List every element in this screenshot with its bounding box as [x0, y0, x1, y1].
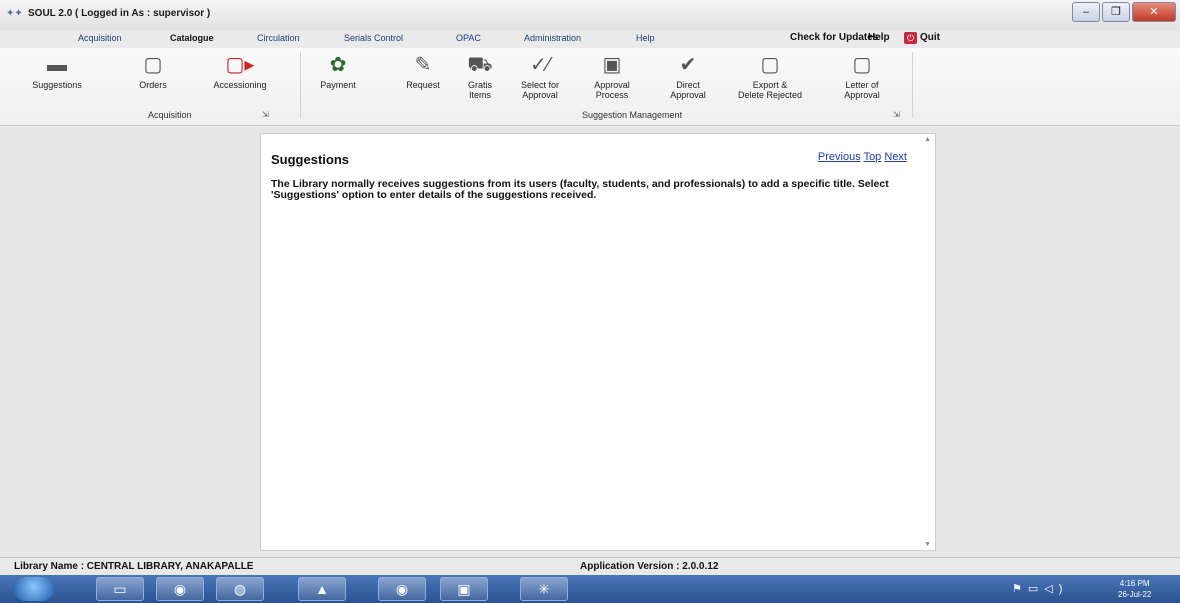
direct-approval-label-2: Approval: [670, 90, 706, 100]
scroll-down-arrow-icon[interactable]: ▼: [924, 541, 931, 548]
orders-icon: ▢: [143, 54, 163, 76]
close-button[interactable]: ✕: [1132, 2, 1176, 22]
approval-process-label-2: Process: [595, 90, 629, 100]
tab-serials-control[interactable]: Serials Control: [344, 33, 403, 43]
suggestions-label: Suggestions: [32, 80, 82, 90]
letter-approval-label-1: Letter of: [845, 80, 879, 90]
app-icon: ✦✦: [6, 8, 23, 19]
suggestions-button[interactable]: ▬ Suggestions: [22, 52, 92, 90]
ribbon-tabs: Acquisition Catalogue Circulation Serial…: [0, 30, 1180, 48]
payment-label: Payment: [320, 80, 356, 90]
select-for-approval-button[interactable]: ✓⁄ Select for Approval: [512, 52, 568, 100]
acquisition-launcher-icon[interactable]: ⇲: [262, 110, 269, 119]
taskbar-clock[interactable]: 4:16 PM 26-Jul-22: [1118, 578, 1151, 600]
application-version: Application Version : 2.0.0.12: [580, 561, 719, 572]
status-bar: Library Name : CENTRAL LIBRARY, ANAKAPAL…: [0, 557, 1180, 575]
export-delete-label-2: Delete Rejected: [737, 90, 803, 100]
previous-link[interactable]: Previous: [818, 151, 861, 163]
letter-approval-icon: ▢: [852, 54, 872, 76]
soul-app-taskbar-icon[interactable]: ✳: [520, 577, 568, 601]
payment-icon: ✿: [329, 54, 347, 76]
gratis-items-button[interactable]: ⛟ Gratis Items: [460, 52, 500, 100]
direct-approval-label-1: Direct: [676, 80, 700, 90]
approval-process-label-1: Approval: [594, 80, 630, 90]
suggestion-management-launcher-icon[interactable]: ⇲: [893, 110, 900, 119]
direct-approval-icon: ✔: [679, 54, 697, 76]
help-nav: Previous Top Next: [818, 151, 907, 163]
approval-process-icon: ▣: [602, 54, 622, 76]
accessioning-icon: ▢▸: [225, 54, 255, 76]
gratis-items-label-1: Gratis: [467, 80, 492, 90]
start-button[interactable]: [14, 577, 54, 601]
payment-button[interactable]: ✿ Payment: [308, 52, 368, 90]
select-approval-icon: ✓⁄: [529, 54, 551, 76]
chrome-app-taskbar-icon[interactable]: ◉: [378, 577, 426, 601]
export-delete-label-1: Export &: [752, 80, 788, 90]
tab-acquisition[interactable]: Acquisition: [78, 33, 122, 43]
file-explorer-taskbar-icon[interactable]: ▭: [96, 577, 144, 601]
quit-button[interactable]: Quit: [920, 32, 940, 43]
firefox-taskbar-icon[interactable]: ◍: [216, 577, 264, 601]
select-approval-label-1: Select for: [520, 80, 560, 90]
letter-of-approval-button[interactable]: ▢ Letter of Approval: [830, 52, 894, 100]
title-bar: ✦✦ SOUL 2.0 ( Logged in As : supervisor …: [0, 0, 1180, 30]
approval-process-button[interactable]: ▣ Approval Process: [584, 52, 640, 100]
request-label: Request: [406, 80, 440, 90]
quit-icon[interactable]: ⏻: [904, 32, 917, 44]
group-separator: [912, 52, 913, 118]
library-name: Library Name : CENTRAL LIBRARY, ANAKAPAL…: [14, 561, 254, 572]
chrome-taskbar-icon[interactable]: ◉: [156, 577, 204, 601]
orders-button[interactable]: ▢ Orders: [118, 52, 188, 90]
help-link[interactable]: Help: [868, 32, 890, 43]
gratis-items-icon: ⛟: [467, 54, 493, 76]
gratis-items-label-2: Items: [468, 90, 491, 100]
photo-viewer-taskbar-icon[interactable]: ▣: [440, 577, 488, 601]
tab-catalogue[interactable]: Catalogue: [170, 33, 214, 43]
next-link[interactable]: Next: [884, 151, 907, 163]
system-tray-icons[interactable]: ⚑▭◁): [1012, 582, 1068, 595]
tab-help[interactable]: Help: [636, 33, 655, 43]
export-delete-icon: ▢: [760, 54, 780, 76]
check-for-updates-link[interactable]: Check for Updates: [790, 32, 878, 43]
minimize-button[interactable]: –: [1072, 2, 1100, 22]
scroll-up-arrow-icon[interactable]: ▲: [924, 136, 931, 143]
tab-opac[interactable]: OPAC: [456, 33, 481, 43]
request-icon: ✎: [414, 54, 432, 76]
pdf-reader-taskbar-icon[interactable]: ▲: [298, 577, 346, 601]
tab-circulation[interactable]: Circulation: [257, 33, 300, 43]
direct-approval-button[interactable]: ✔ Direct Approval: [660, 52, 716, 100]
window-title: SOUL 2.0 ( Logged in As : supervisor ): [28, 8, 211, 19]
help-panel: Suggestions Previous Top Next The Librar…: [260, 133, 936, 551]
group-label-suggestion-management: Suggestion Management: [582, 110, 683, 120]
select-approval-label-2: Approval: [522, 90, 558, 100]
group-separator: [300, 52, 301, 118]
request-button[interactable]: ✎ Request: [398, 52, 448, 90]
suggestions-icon: ▬: [47, 54, 67, 76]
orders-label: Orders: [139, 80, 167, 90]
export-delete-rejected-button[interactable]: ▢ Export & Delete Rejected: [728, 52, 812, 100]
help-body-text: The Library normally receives suggestion…: [271, 178, 889, 201]
letter-approval-label-2: Approval: [844, 90, 880, 100]
clock-time: 4:16 PM: [1119, 579, 1150, 588]
clock-date: 26-Jul-22: [1118, 590, 1152, 599]
group-label-acquisition: Acquisition: [148, 110, 192, 120]
restore-button[interactable]: ❐: [1102, 2, 1130, 22]
ribbon-toolbar: ▬ Suggestions ▢ Orders ▢▸ Accessioning ✿…: [0, 48, 1180, 126]
help-heading: Suggestions: [271, 152, 350, 167]
taskbar: ▭ ◉ ◍ ▲ ◉ ▣ ✳ ⚑▭◁) 4:16 PM 26-Jul-22: [0, 575, 1180, 603]
workspace: Suggestions Previous Top Next The Librar…: [0, 127, 1180, 557]
accessioning-button[interactable]: ▢▸ Accessioning: [200, 52, 280, 90]
accessioning-label: Accessioning: [213, 80, 267, 90]
top-link[interactable]: Top: [864, 151, 882, 163]
tab-administration[interactable]: Administration: [524, 33, 581, 43]
